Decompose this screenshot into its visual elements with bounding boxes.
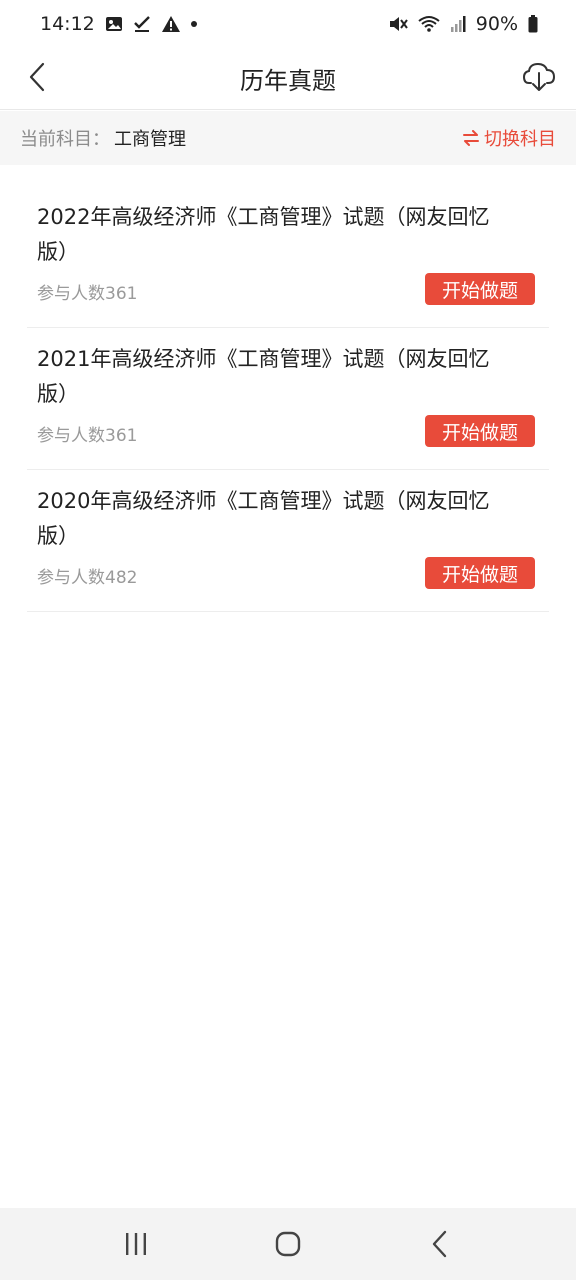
mute-icon xyxy=(388,15,408,33)
signal-icon xyxy=(450,15,466,33)
status-bar: 14:12 90% xyxy=(0,0,576,48)
start-exam-button[interactable]: 开始做题 xyxy=(425,557,535,589)
notification-dot-icon xyxy=(190,21,197,27)
exam-list-item[interactable]: 2020年高级经济师《工商管理》试题（网友回忆版） 参与人数482 开始做题 xyxy=(27,470,549,612)
switch-subject-button[interactable]: 切换科目 xyxy=(462,125,556,151)
current-subject-bar: 当前科目： 工商管理 切换科目 xyxy=(0,111,576,165)
battery-percent: 90% xyxy=(475,13,518,35)
top-navigation: 历年真题 xyxy=(0,48,576,110)
status-left: 14:12 xyxy=(40,13,197,35)
exam-title: 2020年高级经济师《工商管理》试题（网友回忆版） xyxy=(37,489,490,548)
status-right: 90% xyxy=(388,13,538,35)
start-exam-button[interactable]: 开始做题 xyxy=(425,415,535,447)
battery-icon xyxy=(528,15,538,33)
exam-list-item[interactable]: 2022年高级经济师《工商管理》试题（网友回忆版） 参与人数361 开始做题 xyxy=(27,186,549,328)
task-check-icon xyxy=(133,15,151,33)
exam-title: 2022年高级经济师《工商管理》试题（网友回忆版） xyxy=(37,205,490,264)
exam-list-item[interactable]: 2021年高级经济师《工商管理》试题（网友回忆版） 参与人数361 开始做题 xyxy=(27,328,549,470)
home-icon xyxy=(275,1231,301,1257)
participant-count: 参与人数361 xyxy=(37,284,138,304)
home-button[interactable] xyxy=(258,1214,318,1274)
status-time: 14:12 xyxy=(40,13,95,35)
exam-list: 2022年高级经济师《工商管理》试题（网友回忆版） 参与人数361 开始做题 2… xyxy=(27,186,549,612)
page-title: 历年真题 xyxy=(240,67,336,95)
gallery-icon xyxy=(105,15,123,33)
recent-apps-button[interactable] xyxy=(106,1214,166,1274)
start-exam-button[interactable]: 开始做题 xyxy=(425,273,535,305)
wifi-icon xyxy=(418,15,440,33)
participant-count: 参与人数361 xyxy=(37,426,138,446)
swap-arrows-icon xyxy=(463,130,479,146)
exam-title: 2021年高级经济师《工商管理》试题（网友回忆版） xyxy=(37,347,490,406)
system-back-button[interactable] xyxy=(410,1214,470,1274)
participant-count: 参与人数482 xyxy=(37,568,138,588)
subject-name: 工商管理 xyxy=(114,129,186,150)
cloud-download-icon xyxy=(522,62,556,91)
chevron-left-icon xyxy=(29,62,45,92)
warning-icon xyxy=(161,15,181,33)
back-arrow-icon xyxy=(432,1230,447,1258)
system-navigation-bar xyxy=(0,1208,576,1280)
download-button[interactable] xyxy=(520,58,558,96)
subject-label: 当前科目： xyxy=(20,129,110,150)
back-button[interactable] xyxy=(20,60,54,94)
recent-apps-icon xyxy=(126,1233,146,1255)
switch-subject-label: 切换科目 xyxy=(484,129,556,150)
